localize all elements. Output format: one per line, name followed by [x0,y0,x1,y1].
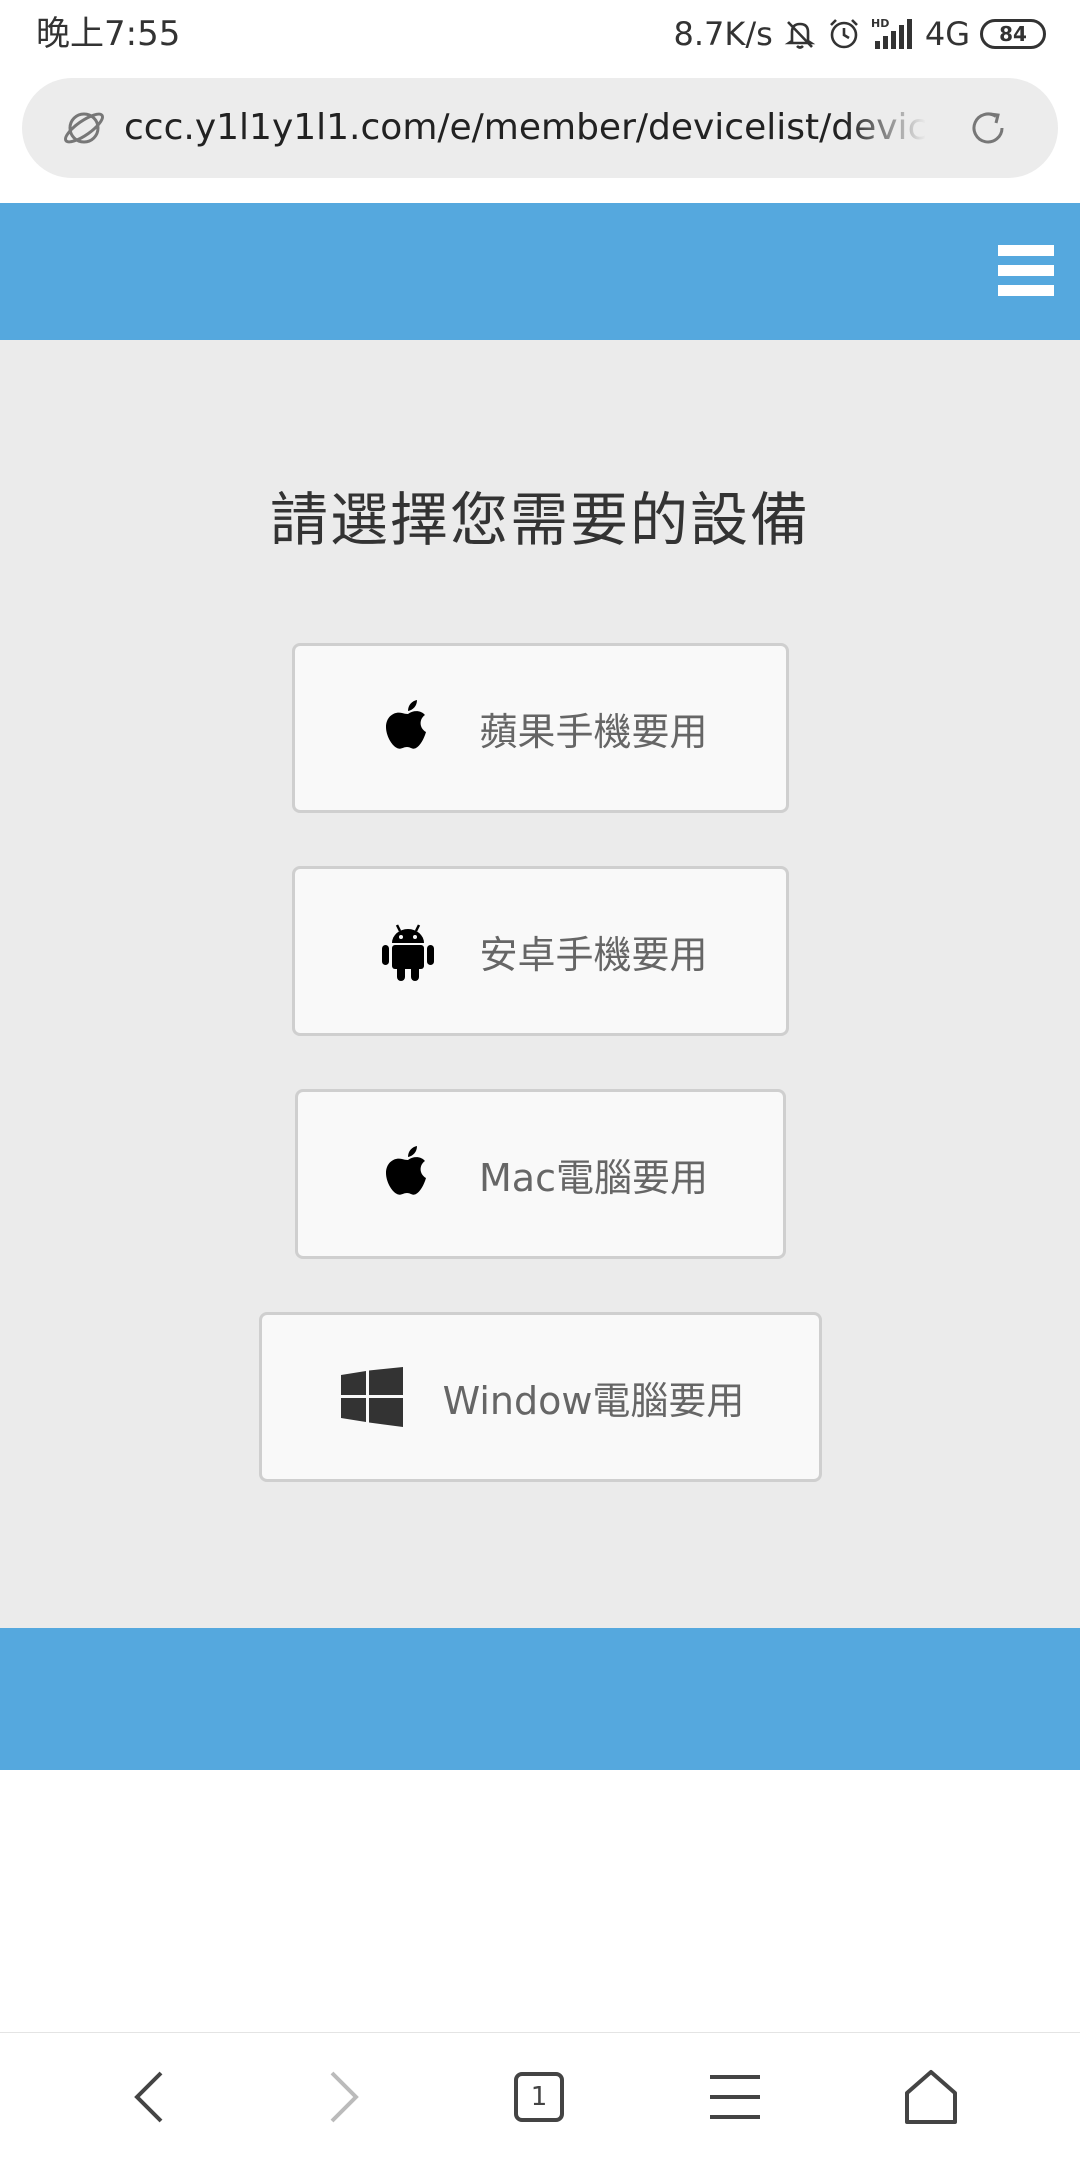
back-button[interactable] [94,2033,204,2161]
forward-button[interactable] [289,2033,399,2161]
site-header [0,203,1080,340]
mute-bell-icon [783,17,817,51]
url-text[interactable]: ccc.y1l1y1l1.com/e/member/devicelist/dev… [124,100,926,156]
reload-icon[interactable] [966,106,1010,154]
windows-device-button[interactable]: Window電腦要用 [259,1312,822,1482]
iphone-button-label: 蘋果手機要用 [479,709,708,754]
windows-icon [337,1362,407,1432]
tabs-button[interactable]: 1 [484,2033,594,2161]
device-selection-area: 請選擇您需要的設備 蘋果手機要用 安卓手機要用 Mac電腦要用 Window電腦… [0,340,1080,1628]
status-bar: 晚上7:55 8.7K/s HD 4G 84 [0,0,1080,68]
page-title: 請選擇您需要的設備 [269,486,810,554]
chevron-left-icon [134,2071,163,2123]
signal-icon: HD [871,17,915,51]
status-indicators: 8.7K/s HD 4G 84 [674,12,1046,56]
home-icon [905,2070,957,2124]
chevron-right-icon [330,2071,359,2123]
apple-icon [373,693,443,763]
windows-button-label: Window電腦要用 [442,1378,745,1423]
mac-button-label: Mac電腦要用 [479,1155,708,1200]
signal-hd-label: HD [871,17,889,30]
battery-indicator: 84 [980,19,1046,49]
android-icon [373,916,443,986]
apple-icon [373,1139,443,1209]
planet-icon [62,106,106,154]
browser-bottom-nav: 1 [0,2032,1080,2160]
status-time: 晚上7:55 [36,14,181,54]
android-button-label: 安卓手機要用 [479,932,708,977]
tab-count-badge: 1 [514,2072,564,2122]
android-device-button[interactable]: 安卓手機要用 [292,866,789,1036]
hamburger-menu-icon[interactable] [998,243,1054,299]
alarm-icon [827,17,861,51]
home-button[interactable] [876,2033,986,2161]
site-footer [0,1628,1080,1770]
iphone-device-button[interactable]: 蘋果手機要用 [292,643,789,813]
menu-button[interactable] [680,2033,790,2161]
mac-device-button[interactable]: Mac電腦要用 [295,1089,786,1259]
address-bar[interactable]: ccc.y1l1y1l1.com/e/member/devicelist/dev… [22,78,1058,178]
menu-lines-icon [710,2075,760,2119]
network-type: 4G [924,15,970,53]
network-speed: 8.7K/s [673,15,773,53]
